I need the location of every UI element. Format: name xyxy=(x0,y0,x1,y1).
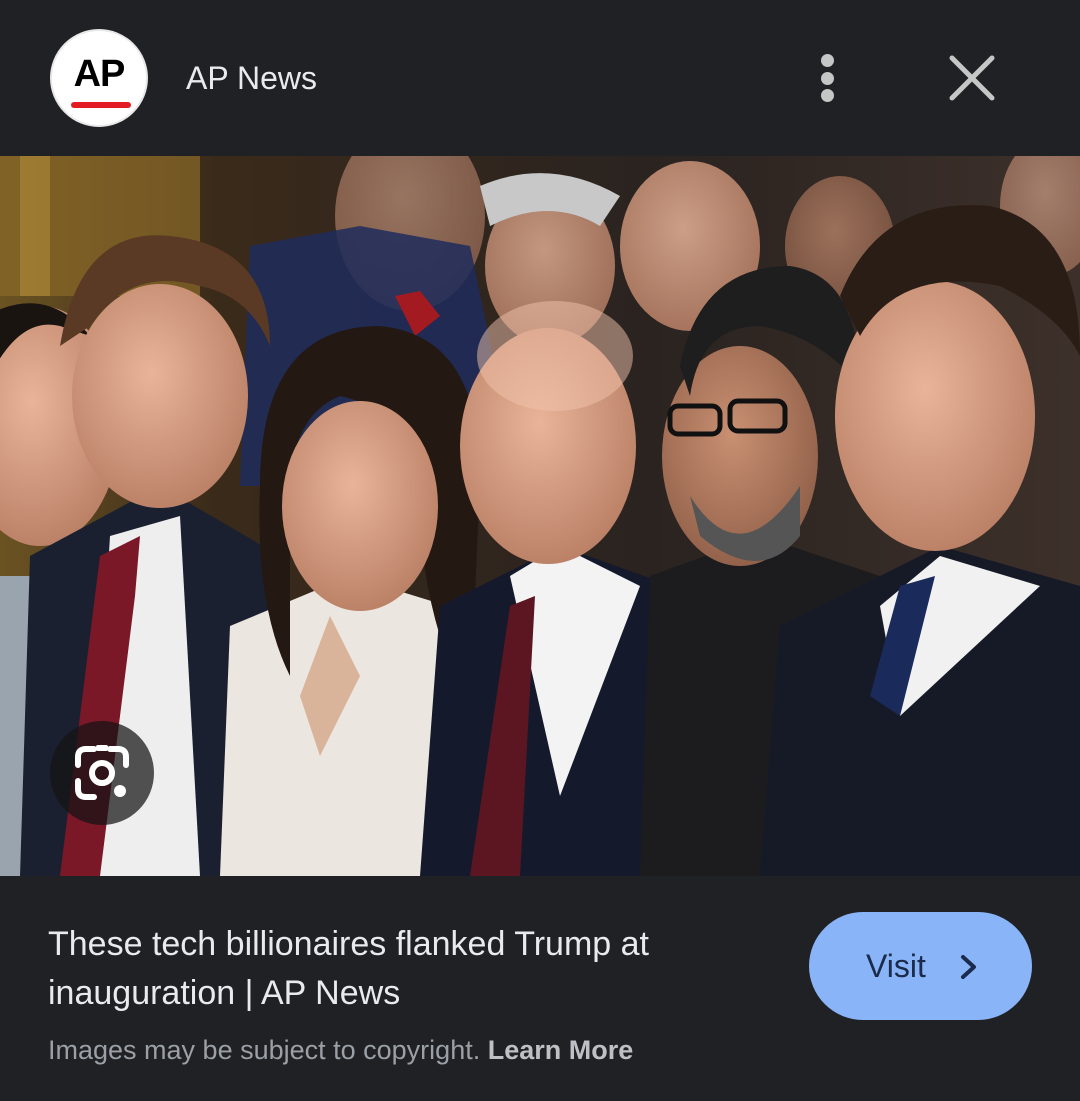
copyright-notice: Images may be subject to copyright. Lear… xyxy=(48,1033,633,1067)
result-title[interactable]: These tech billionaires flanked Trump at… xyxy=(48,920,778,1018)
copyright-text: Images may be subject to copyright. xyxy=(48,1035,481,1065)
ap-news-logo[interactable]: AP xyxy=(50,29,148,127)
result-details: These tech billionaires flanked Trump at… xyxy=(0,876,1080,1101)
result-image[interactable] xyxy=(0,156,1080,876)
visit-label: Visit xyxy=(866,948,926,984)
learn-more-link[interactable]: Learn More xyxy=(488,1035,634,1065)
google-lens-icon xyxy=(75,745,129,800)
more-vert-icon xyxy=(821,54,834,67)
logo-text: AP xyxy=(73,53,126,95)
logo-underline xyxy=(71,102,131,108)
chevron-right-icon xyxy=(961,955,976,979)
visit-button[interactable]: Visit xyxy=(809,912,1032,1020)
close-button[interactable] xyxy=(942,48,1002,108)
close-icon xyxy=(949,55,995,101)
source-name[interactable]: AP News xyxy=(186,58,317,98)
result-header: AP AP News xyxy=(0,0,1080,156)
google-lens-button[interactable] xyxy=(50,721,154,825)
news-photo xyxy=(0,156,1080,876)
more-options-button[interactable] xyxy=(804,48,852,108)
